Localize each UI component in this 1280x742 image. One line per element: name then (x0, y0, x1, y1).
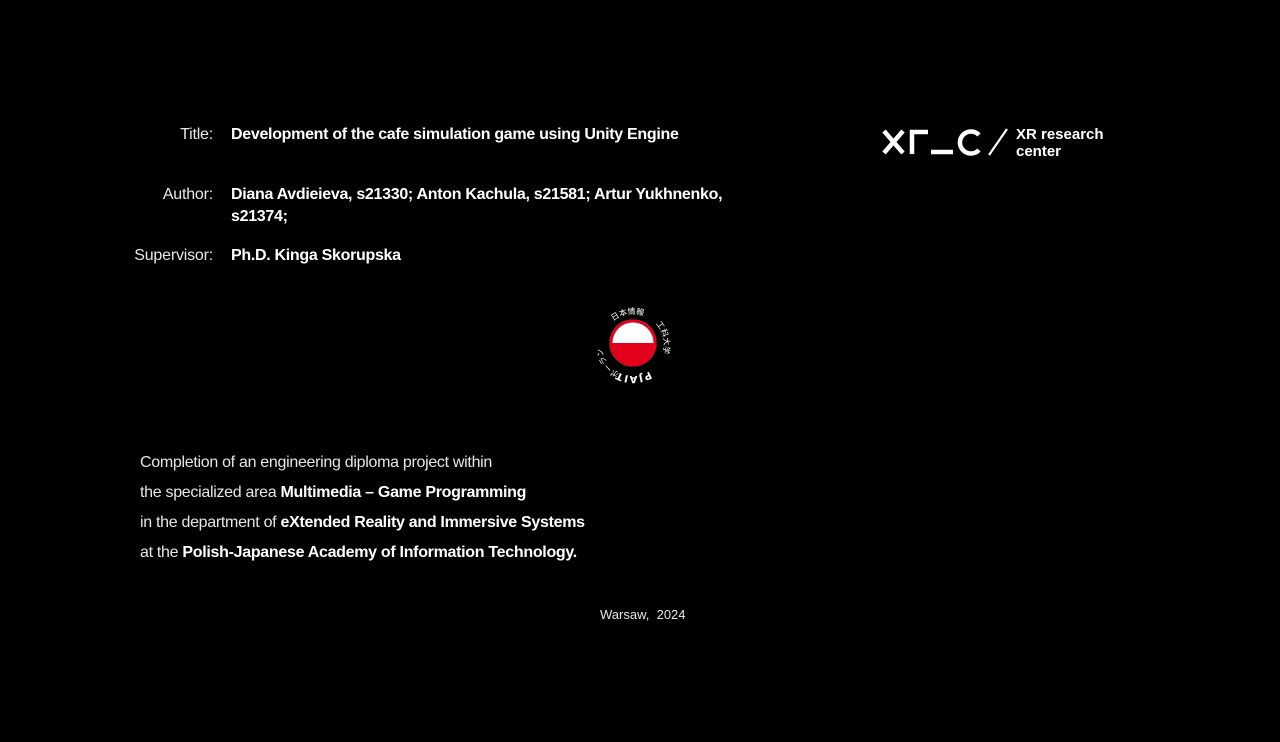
description-line-1-text: Completion of an engineering diploma pro… (140, 454, 493, 471)
author-label: Author: (162, 186, 213, 203)
seal-left-text: 工科大学 (654, 320, 672, 355)
supervisor-row: Supervisor: Ph.D. Kinga Skorupska (0, 245, 751, 267)
seal-bottom-text: 日本情報 (609, 306, 645, 323)
specialized-area-name: Multimedia – Game Programming (280, 484, 527, 501)
pjait-seal: PJAIT ポーランド 日本情報 工科大学 (589, 298, 673, 385)
footer-city: Warsaw, (600, 607, 650, 622)
place-and-date: Warsaw, 2024 (600, 607, 686, 622)
author-row: Author: Diana Avdieieva, s21330; Anton K… (0, 184, 751, 228)
logo-line1: XR research (1016, 126, 1104, 143)
supervisor-value: Ph.D. Kinga Skorupska (231, 247, 401, 264)
logo-line2: center (1016, 143, 1061, 160)
xr-research-center-logo: XR research center (881, 122, 1121, 162)
description-line-2: the specialized area Multimedia – Game P… (140, 480, 780, 510)
specialized-area-prefix: the specialized area (140, 484, 281, 501)
academy-name: Polish-Japanese Academy of Information T… (182, 544, 577, 561)
academy-prefix: at the (140, 544, 183, 561)
description-line-3: in the department of eXtended Reality an… (140, 510, 780, 540)
pjait-seal-icon: PJAIT ポーランド 日本情報 工科大学 (589, 298, 672, 384)
title-row: Title: Development of the cafe simulatio… (0, 124, 751, 146)
description-line-1: Completion of an engineering diploma pro… (140, 450, 780, 480)
author-value: Diana Avdieieva, s21330; Anton Kachula, … (231, 186, 723, 225)
svg-text:日本情報: 日本情報 (609, 306, 645, 323)
title-value: Development of the cafe simulation game … (231, 126, 679, 143)
xr-logo-icon: XR research center (882, 126, 1104, 160)
supervisor-label: Supervisor: (134, 247, 213, 264)
title-label: Title: (180, 126, 213, 143)
department-prefix: in the department of (140, 514, 281, 531)
svg-text:工科大学: 工科大学 (654, 320, 672, 355)
footer-year: 2024 (656, 607, 686, 622)
project-description: Completion of an engineering diploma pro… (140, 450, 780, 570)
description-line-4: at the Polish-Japanese Academy of Inform… (140, 540, 780, 570)
department-name: eXtended Reality and Immersive Systems (280, 514, 585, 531)
